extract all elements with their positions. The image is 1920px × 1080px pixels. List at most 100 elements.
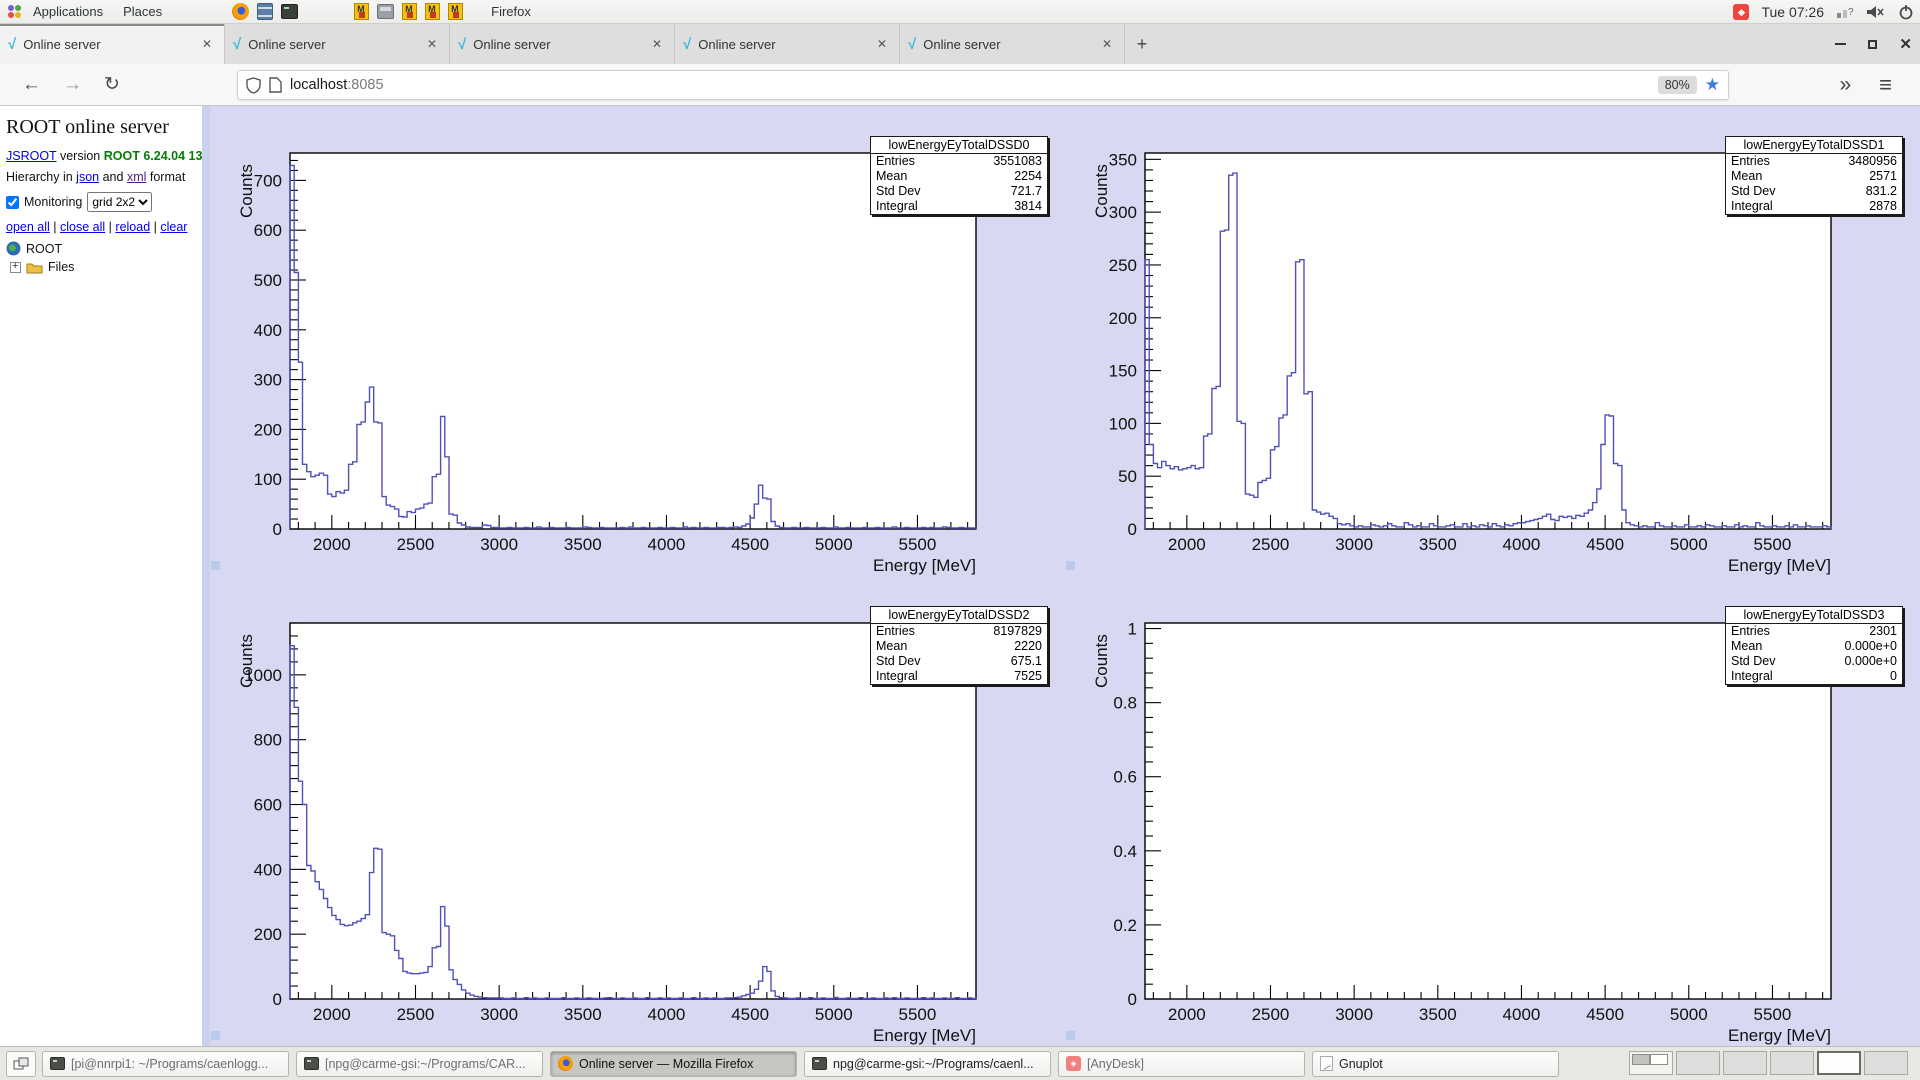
terminal-icon [812, 1057, 827, 1070]
task-button-terminal-npg2[interactable]: npg@carme-gsi:~/Programs/caenl... [804, 1051, 1051, 1077]
stats-box-dssd3[interactable]: lowEnergyEyTotalDSSD3 Entries2301 Mean0.… [1725, 606, 1903, 685]
svg-text:2000: 2000 [1168, 1005, 1206, 1024]
svg-text:3000: 3000 [480, 535, 518, 554]
stats-title: lowEnergyEyTotalDSSD3 [1726, 607, 1902, 624]
workspace-cell[interactable] [1817, 1051, 1861, 1075]
reload-button[interactable]: ↻ [104, 73, 120, 96]
tab-online-server[interactable]: √ Online server ✕ [450, 24, 675, 64]
root-version: ROOT 6.24.04 13/07/2 [104, 149, 202, 163]
sidebar-divider[interactable] [202, 106, 210, 1046]
svg-text:3500: 3500 [564, 535, 602, 554]
workspace-cell[interactable] [1629, 1051, 1673, 1075]
window-capture-icon[interactable] [377, 4, 394, 19]
stats-box-dssd0[interactable]: lowEnergyEyTotalDSSD0 Entries3551083 Mea… [870, 136, 1048, 215]
xml-link[interactable]: xml [127, 170, 146, 184]
svg-text:2500: 2500 [397, 1005, 435, 1024]
bookmark-star-icon[interactable]: ★ [1705, 75, 1720, 95]
clock[interactable]: Tue 07:26 [1761, 4, 1824, 20]
places-menu[interactable]: Places [113, 0, 172, 24]
workspace-cell[interactable] [1676, 1051, 1720, 1075]
task-button-terminal-pi[interactable]: [pi@nnrpi1: ~/Programs/caenlogg... [42, 1051, 289, 1077]
svg-text:600: 600 [254, 221, 282, 240]
svg-text:300: 300 [1109, 203, 1137, 222]
tab-online-server[interactable]: √ Online server ✕ [225, 24, 450, 64]
shield-icon[interactable] [246, 77, 261, 94]
forward-button[interactable]: → [63, 74, 82, 96]
monitoring-checkbox[interactable] [6, 196, 19, 209]
tab-online-server[interactable]: √ Online server ✕ [0, 24, 225, 64]
stats-box-dssd2[interactable]: lowEnergyEyTotalDSSD2 Entries8197829 Mea… [870, 606, 1048, 685]
minimize-button[interactable] [1835, 43, 1846, 45]
pad-resize-handle[interactable] [1066, 561, 1075, 570]
tree-item-root[interactable]: ROOT [6, 241, 196, 256]
tab-online-server[interactable]: √ Online server ✕ [900, 24, 1125, 64]
network-unknown-icon[interactable]: ? [1836, 4, 1854, 20]
zoom-level-badge[interactable]: 80% [1658, 76, 1697, 94]
json-link[interactable]: json [76, 170, 99, 184]
svg-text:2500: 2500 [1252, 1005, 1290, 1024]
task-button-firefox[interactable]: Online server — Mozilla Firefox [550, 1051, 797, 1077]
stat-value: 3480956 [1848, 154, 1897, 169]
svg-text:50: 50 [1118, 467, 1137, 486]
anydesk-tray-icon[interactable]: ◈ [1733, 4, 1749, 20]
pad-resize-handle[interactable] [211, 1031, 220, 1040]
pad-resize-handle[interactable] [1066, 1031, 1075, 1040]
stats-box-dssd1[interactable]: lowEnergyEyTotalDSSD1 Entries3480956 Mea… [1725, 136, 1903, 215]
clear-link[interactable]: clear [160, 220, 187, 234]
midas-icon[interactable] [425, 3, 440, 20]
firefox-launcher-icon[interactable] [232, 3, 249, 20]
pad-resize-handle[interactable] [211, 561, 220, 570]
expand-icon[interactable] [10, 262, 21, 273]
tab-close-icon[interactable]: ✕ [198, 35, 216, 53]
stat-value: 2571 [1869, 169, 1897, 184]
svg-text:300: 300 [254, 371, 282, 390]
new-tab-button[interactable]: + [1125, 24, 1159, 64]
active-window-label[interactable]: Firefox [491, 4, 531, 19]
hamburger-menu-icon[interactable]: ≡ [1879, 72, 1892, 98]
overflow-menu-icon[interactable]: » [1839, 73, 1849, 97]
power-icon[interactable] [1898, 4, 1914, 20]
stat-value: 831.2 [1866, 184, 1897, 199]
tab-close-icon[interactable]: ✕ [423, 35, 441, 53]
close-all-link[interactable]: close all [60, 220, 105, 234]
url-text[interactable]: localhost:8085 [290, 77, 1650, 93]
reload-link[interactable]: reload [115, 220, 150, 234]
files-launcher-icon[interactable] [257, 3, 273, 20]
midas-icon[interactable] [448, 3, 463, 20]
layout-select[interactable]: grid 2x2 [87, 192, 152, 212]
task-button-terminal-npg1[interactable]: [npg@carme-gsi:~/Programs/CAR... [296, 1051, 543, 1077]
taskbar: [pi@nnrpi1: ~/Programs/caenlogg... [npg@… [0, 1046, 1920, 1080]
tab-online-server[interactable]: √ Online server ✕ [675, 24, 900, 64]
show-desktop-button[interactable] [6, 1051, 36, 1077]
back-button[interactable]: ← [22, 74, 41, 96]
svg-text:?: ? [1848, 7, 1854, 18]
tree-item-files[interactable]: Files [10, 260, 196, 274]
close-button[interactable]: ✕ [1899, 35, 1912, 53]
page-info-icon[interactable] [269, 77, 282, 93]
workspace-cell[interactable] [1864, 1051, 1908, 1075]
tab-close-icon[interactable]: ✕ [873, 35, 891, 53]
tab-close-icon[interactable]: ✕ [648, 35, 666, 53]
svg-text:4000: 4000 [648, 1005, 686, 1024]
applications-menu[interactable]: Applications [23, 0, 113, 24]
histogram-pad-dssd2[interactable]: 0200400600800100020002500300035004000450… [210, 576, 1065, 1046]
tab-close-icon[interactable]: ✕ [1098, 35, 1116, 53]
histogram-pad-dssd1[interactable]: 0501001502002503003502000250030003500400… [1065, 106, 1920, 576]
stat-label: Mean [876, 169, 907, 184]
histogram-pad-dssd3[interactable]: 00.20.40.60.8120002500300035004000450050… [1065, 576, 1920, 1046]
maximize-button[interactable] [1868, 40, 1877, 49]
workspace-cell[interactable] [1770, 1051, 1814, 1075]
midas-icon[interactable] [354, 3, 369, 20]
jsroot-link[interactable]: JSROOT [6, 149, 56, 163]
terminal-launcher-icon[interactable] [281, 4, 298, 19]
workspace-cell[interactable] [1723, 1051, 1767, 1075]
open-all-link[interactable]: open all [6, 220, 50, 234]
task-button-anydesk[interactable]: ◈ [AnyDesk] [1058, 1051, 1305, 1077]
tab-title: Online server [923, 37, 1091, 52]
histogram-pad-dssd0[interactable]: 0100200300400500600700200025003000350040… [210, 106, 1065, 576]
volume-muted-icon[interactable] [1866, 4, 1886, 20]
midas-icon[interactable] [402, 3, 417, 20]
svg-text:4500: 4500 [731, 535, 769, 554]
url-bar[interactable]: localhost:8085 80% ★ [237, 70, 1729, 100]
task-button-gnuplot[interactable]: Gnuplot [1312, 1051, 1559, 1077]
